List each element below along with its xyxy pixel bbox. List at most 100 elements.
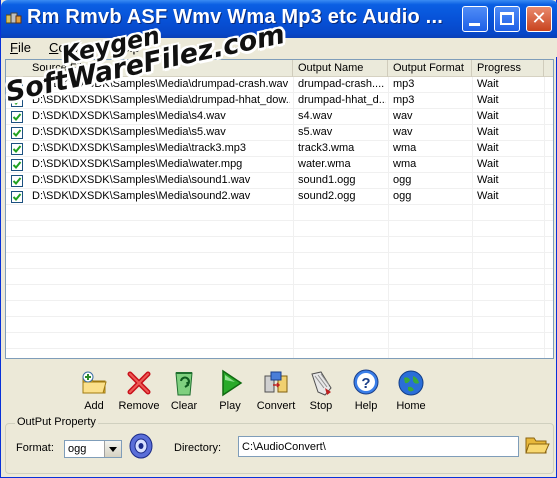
table-row[interactable]: D:\SDK\DXSDK\Samples\Media\s5.wav s5.wav w… bbox=[6, 125, 553, 141]
home-button[interactable]: Home bbox=[388, 368, 434, 418]
row-checkbox[interactable] bbox=[11, 79, 23, 91]
stop-button[interactable]: Stop bbox=[298, 368, 344, 418]
column-output-name[interactable]: Output Name bbox=[293, 60, 388, 77]
table-row[interactable]: D:\SDK\DXSDK\Samples\Media\sound1.wav sou… bbox=[6, 173, 553, 189]
close-icon: ✕ bbox=[531, 8, 547, 29]
table-row[interactable]: D:\SDK\DXSDK\Samples\Media\water.mpg wate… bbox=[6, 157, 553, 173]
home-label: Home bbox=[396, 400, 426, 412]
maximize-button[interactable] bbox=[494, 6, 520, 32]
add-label: Add bbox=[84, 400, 104, 412]
play-arrow-icon bbox=[222, 369, 243, 397]
clear-button[interactable]: Clear bbox=[161, 368, 207, 418]
grid-line bbox=[6, 268, 553, 269]
grid-line bbox=[6, 300, 553, 301]
convert-label: Convert bbox=[256, 400, 296, 412]
window-title: Rm Rmvb ASF Wmv Wma Mp3 etc Audio ... bbox=[27, 6, 443, 28]
directory-label: Directory: bbox=[174, 442, 222, 454]
grid-line bbox=[6, 236, 553, 237]
directory-field[interactable] bbox=[238, 436, 519, 457]
svg-text:?: ? bbox=[361, 375, 370, 392]
cell-name: track3.wma bbox=[298, 142, 355, 154]
table-row[interactable]: D:\SDK\DXSDK\Samples\Media\drumpad-hhat_… bbox=[6, 93, 553, 109]
cell-name: drumpad-hhat_d... bbox=[298, 94, 386, 106]
remove-label: Remove bbox=[118, 400, 160, 412]
cell-source: D:\SDK\DXSDK\Samples\Media\water.mpg bbox=[32, 158, 243, 170]
chevron-down-icon[interactable] bbox=[104, 441, 121, 457]
menu-file[interactable]: File bbox=[10, 40, 31, 55]
grid-line bbox=[6, 348, 553, 349]
disc-settings-icon bbox=[129, 433, 153, 459]
table-row[interactable]: D:\SDK\DXSDK\Samples\Media\track3.mp3 tra… bbox=[6, 141, 553, 157]
grid-line bbox=[6, 284, 553, 285]
cell-source: D:\SDK\DXSDK\Samples\Media\sound1.wav bbox=[32, 174, 251, 186]
cell-format: wav bbox=[393, 110, 413, 122]
cell-source: D:\SDK\DXSDK\Samples\Media\s4.wav bbox=[32, 110, 226, 122]
toolbar: Add Remove Clear Play Convert Stop ? Hel… bbox=[5, 360, 554, 418]
table-row[interactable]: D:\SDK\DXSDK\Samples\Media\sound2.wav sou… bbox=[6, 189, 553, 205]
cell-name: s5.wav bbox=[298, 126, 333, 138]
row-checkbox[interactable] bbox=[11, 95, 23, 107]
row-checkbox[interactable] bbox=[11, 175, 23, 187]
cell-name: s4.wav bbox=[298, 110, 333, 122]
column-output-format[interactable]: Output Format bbox=[388, 60, 472, 77]
menu-help[interactable]: Help bbox=[113, 40, 140, 55]
help-label: Help bbox=[354, 400, 378, 412]
clear-label: Clear bbox=[170, 400, 198, 412]
grid-line bbox=[6, 172, 553, 173]
globe-home-icon bbox=[398, 370, 424, 396]
output-property-group: OutPut Property Format: ogg Directory: bbox=[5, 416, 554, 474]
stop-label: Stop bbox=[309, 400, 333, 412]
format-settings-button[interactable] bbox=[128, 432, 154, 460]
convert-button[interactable]: Convert bbox=[253, 368, 299, 418]
stop-hand-icon bbox=[311, 371, 332, 396]
grid-line bbox=[6, 204, 553, 205]
title-bar[interactable]: Rm Rmvb ASF Wmv Wma Mp3 etc Audio ... ✕ bbox=[1, 0, 557, 38]
cell-source: D:\SDK\DXSDK\Samples\Media\sound2.wav bbox=[32, 190, 251, 202]
row-checkbox[interactable] bbox=[11, 191, 23, 203]
menu-bar: File Convert Help bbox=[1, 38, 557, 57]
cell-progress: Wait bbox=[477, 142, 499, 154]
table-row[interactable]: D:\SDK\DXSDK\Samples\Media\drumpad-crash… bbox=[6, 77, 553, 93]
cell-name: water.wma bbox=[298, 158, 351, 170]
format-select[interactable]: ogg bbox=[64, 440, 122, 458]
column-source-file[interactable]: Source File bbox=[6, 60, 293, 77]
convert-icon bbox=[264, 371, 288, 393]
cell-format: wav bbox=[393, 126, 413, 138]
remove-button[interactable]: Remove bbox=[116, 368, 162, 418]
recycle-bin-icon bbox=[175, 372, 193, 396]
cell-format: wma bbox=[393, 142, 417, 154]
format-label: Format: bbox=[16, 442, 54, 454]
cell-format: mp3 bbox=[393, 78, 415, 90]
column-progress[interactable]: Progress bbox=[472, 60, 544, 77]
grid-line bbox=[6, 316, 553, 317]
grid-line bbox=[6, 140, 553, 141]
cell-name: sound1.ogg bbox=[298, 174, 356, 186]
browse-folder-button[interactable] bbox=[524, 433, 550, 457]
app-icon bbox=[6, 12, 22, 24]
help-button[interactable]: ? Help bbox=[343, 368, 389, 418]
grid-line bbox=[6, 252, 553, 253]
cell-source: D:\SDK\DXSDK\Samples\Media\drumpad-hhat_… bbox=[32, 94, 290, 106]
row-checkbox[interactable] bbox=[11, 143, 23, 155]
play-button[interactable]: Play bbox=[207, 368, 253, 418]
add-button[interactable]: Add bbox=[71, 368, 117, 418]
cell-format: ogg bbox=[393, 174, 412, 186]
cell-source: D:\SDK\DXSDK\Samples\Media\drumpad-crash… bbox=[32, 78, 289, 90]
cell-progress: Wait bbox=[477, 110, 499, 122]
cell-progress: Wait bbox=[477, 190, 499, 202]
help-question-icon: ? bbox=[353, 369, 379, 395]
menu-convert[interactable]: Convert bbox=[49, 40, 95, 55]
format-value: ogg bbox=[68, 443, 87, 455]
close-button[interactable]: ✕ bbox=[526, 6, 552, 32]
remove-x-icon bbox=[127, 371, 151, 395]
row-checkbox[interactable] bbox=[11, 159, 23, 171]
table-row[interactable]: D:\SDK\DXSDK\Samples\Media\s4.wav s4.wav w… bbox=[6, 109, 553, 125]
file-list[interactable]: Source File Output Name Output Format Pr… bbox=[5, 59, 554, 359]
row-checkbox[interactable] bbox=[11, 127, 23, 139]
app-window: Rm Rmvb ASF Wmv Wma Mp3 etc Audio ... ✕ … bbox=[0, 0, 557, 478]
cell-progress: Wait bbox=[477, 94, 499, 106]
row-checkbox[interactable] bbox=[11, 111, 23, 123]
cell-progress: Wait bbox=[477, 158, 499, 170]
cell-format: wma bbox=[393, 158, 417, 170]
minimize-button[interactable] bbox=[462, 6, 488, 32]
